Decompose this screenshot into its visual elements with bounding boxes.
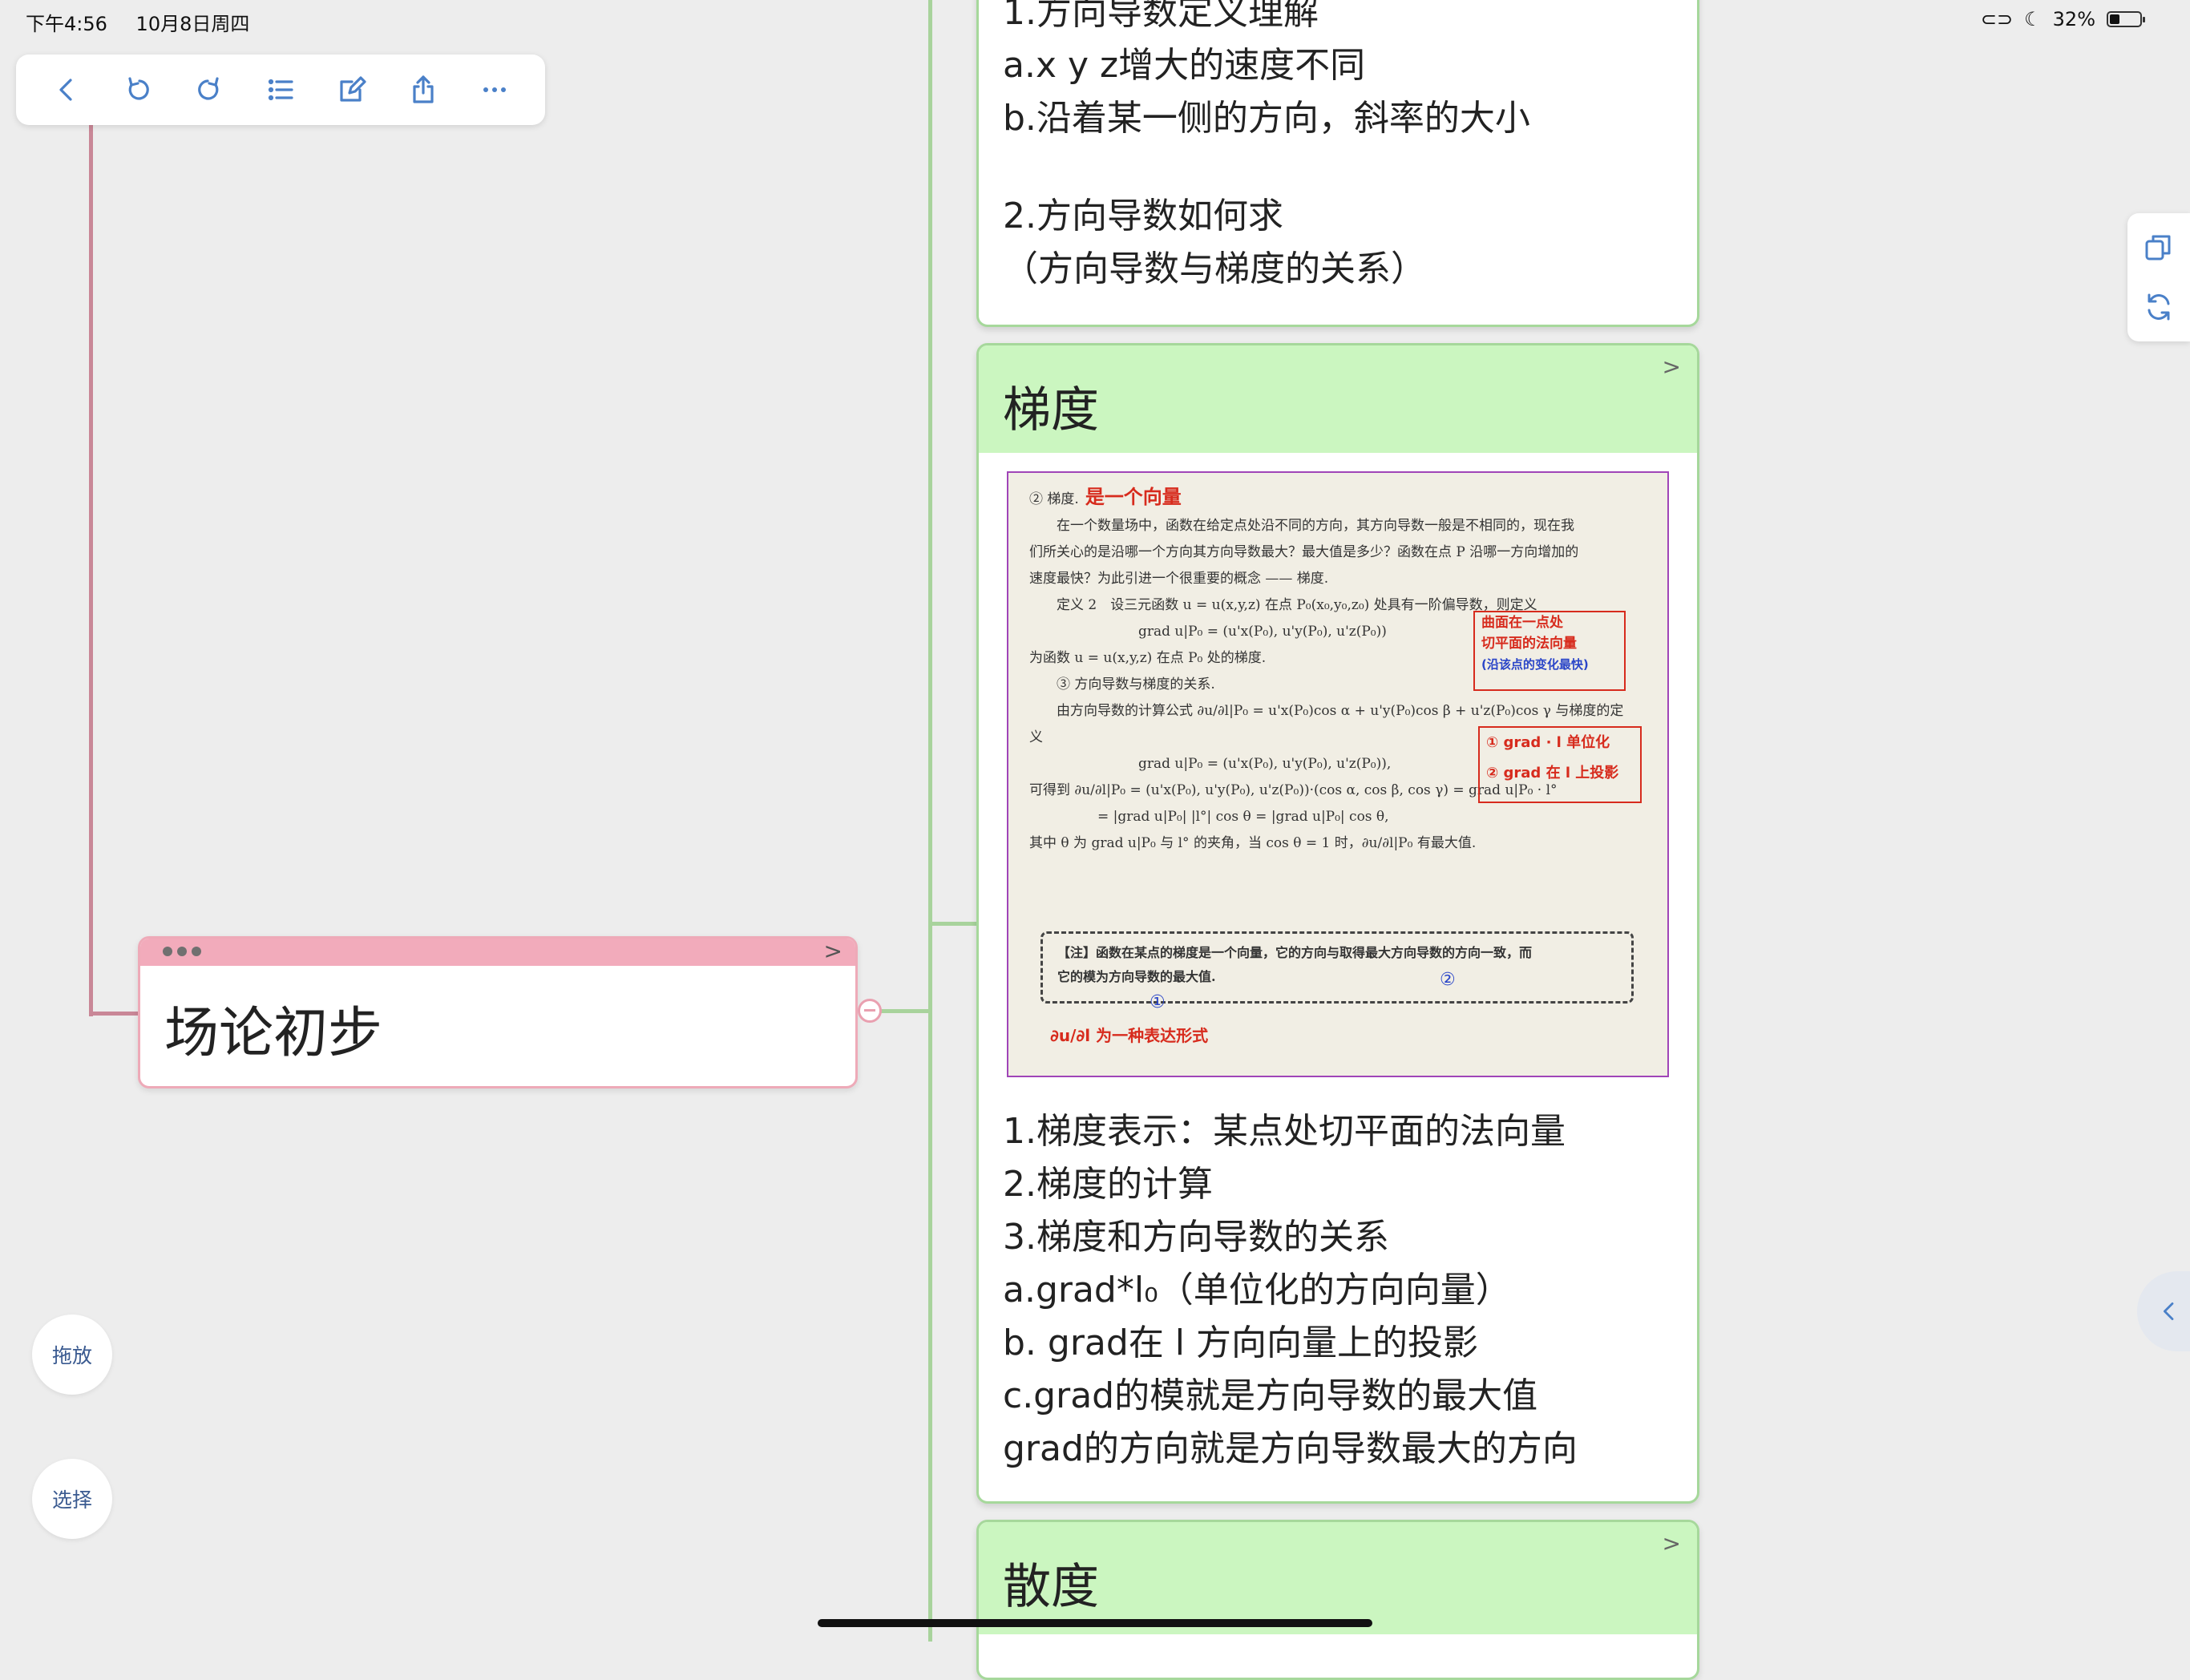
- copy-icon: [2145, 235, 2171, 260]
- back-button[interactable]: [42, 66, 91, 114]
- card-divergence-title: 散度: [1003, 1559, 1099, 1615]
- redo-button[interactable]: [185, 66, 233, 114]
- handwritten-mark: ①: [1150, 992, 1166, 1012]
- scan-line: 速度最快？为此引进一个很重要的概念 —— 梯度.: [1029, 571, 1329, 587]
- battery-fill: [2110, 14, 2119, 24]
- card-divergence-header: 散度 >: [979, 1522, 1697, 1634]
- home-indicator: [818, 1619, 1372, 1627]
- root-node[interactable]: > 场论初步: [138, 936, 858, 1088]
- status-bar-right: ⊂⊃ ☾ 32%: [1980, 8, 2145, 30]
- link-icon: ⊂⊃: [1980, 8, 2014, 30]
- drag-mode-button[interactable]: 拖放: [32, 1315, 112, 1395]
- share-button[interactable]: [399, 66, 447, 114]
- refresh-icon: [2148, 293, 2170, 321]
- handwritten-note: ② grad 在 l 上投影: [1486, 765, 1619, 781]
- card-line: b.沿着某一侧的方向，斜率的大小: [1003, 98, 1530, 139]
- handwritten-mark: ②: [1440, 970, 1456, 990]
- scan-line: 们所关心的是沿哪一个方向其方向导数最大？最大值是多少？函数在点 P 沿哪一方向增…: [1029, 544, 1579, 560]
- child-connector-vertical: [928, 0, 932, 1642]
- open-sidebar-button[interactable]: [2137, 1271, 2190, 1351]
- list-icon: [268, 79, 293, 101]
- child-connector-horizontal: [880, 1009, 931, 1013]
- handwritten-note: 曲面在一点处: [1481, 615, 1563, 631]
- card-directional-derivative-body: 1.方向导数定义理解 a.x y z增大的速度不同 b.沿着某一侧的方向，斜率的…: [1003, 0, 1530, 296]
- chevron-left-icon: [2164, 1302, 2174, 1320]
- annotation-box-grad-relation: ① grad · l 单位化 ② grad 在 l 上投影: [1478, 726, 1642, 803]
- more-button[interactable]: [471, 66, 519, 114]
- card-line: a.x y z增大的速度不同: [1003, 45, 1366, 86]
- handwritten-note: ∂u/∂l 为一种表达形式: [1050, 1026, 1209, 1045]
- note-line: 它的模为方向导数的最大值.: [1057, 969, 1216, 984]
- card-directional-derivative[interactable]: 1.方向导数定义理解 a.x y z增大的速度不同 b.沿着某一侧的方向，斜率的…: [976, 0, 1699, 327]
- card-connector-gradient: [928, 922, 980, 926]
- card-line: 1.梯度表示：某点处切平面的法向量: [1003, 1111, 1566, 1152]
- node-expand-chevron-icon[interactable]: >: [824, 940, 842, 963]
- undo-icon: [128, 77, 149, 100]
- edit-button[interactable]: [328, 66, 376, 114]
- copy-button[interactable]: [2142, 231, 2176, 265]
- status-date: 10月8日周四: [135, 13, 250, 35]
- scan-line: 其中 θ 为 grad u|P₀ 与 l° 的夹角，当 cos θ = 1 时，…: [1029, 835, 1477, 851]
- card-gradient-header: 梯度 >: [979, 345, 1697, 453]
- collapse-children-button[interactable]: [858, 999, 882, 1023]
- node-menu-dots-icon[interactable]: [163, 947, 201, 956]
- scan-line: 在一个数量场中，函数在给定点处沿不同的方向，其方向导数一般是不相同的，现在我: [1029, 518, 1574, 534]
- redo-icon: [198, 77, 219, 100]
- root-node-title: 场论初步: [164, 1002, 383, 1065]
- parent-connector-horizontal: [89, 1012, 140, 1016]
- card-gradient-title: 梯度: [1003, 382, 1099, 438]
- root-node-header: >: [140, 939, 855, 966]
- edit-icon: [340, 76, 366, 102]
- card-line: 2.方向导数如何求: [1003, 196, 1283, 236]
- card-line: [1003, 145, 1530, 190]
- chevron-left-icon: [59, 79, 72, 101]
- status-time: 下午4:56: [26, 13, 107, 35]
- card-line: 2.梯度的计算: [1003, 1164, 1213, 1205]
- card-line: 1.方向导数定义理解: [1003, 0, 1319, 33]
- handwritten-note: 是一个向量: [1085, 486, 1182, 508]
- toolbar: [16, 55, 545, 125]
- note-line: 【注】函数在某点的梯度是一个向量，它的方向与取得最大方向导数的方向一致，而: [1057, 945, 1533, 960]
- scan-line: 由方向导数的计算公式 ∂u/∂l|P₀ = u'x(P₀)cos α + u'y…: [1029, 703, 1624, 719]
- battery-percent: 32%: [2052, 8, 2095, 30]
- select-mode-button[interactable]: 选择: [32, 1459, 112, 1539]
- scan-line: ② 梯度. 是一个向量: [1029, 486, 1182, 508]
- parent-connector-vertical: [89, 120, 93, 1016]
- handwritten-note: ① grad · l 单位化: [1486, 734, 1610, 751]
- card-gradient-chevron-icon[interactable]: >: [1663, 353, 1681, 380]
- annotation-box-normal-vector: 曲面在一点处 切平面的法向量 (沿该点的变化最快): [1473, 611, 1626, 691]
- card-line: b. grad在 l 方向向量上的投影: [1003, 1323, 1479, 1363]
- refresh-button[interactable]: [2142, 290, 2176, 324]
- moon-icon: ☾: [2024, 8, 2042, 30]
- card-line: grad的方向就是方向导数最大的方向: [1003, 1428, 1578, 1469]
- share-icon: [413, 75, 434, 103]
- handwritten-note: (沿该点的变化最快): [1481, 657, 1589, 672]
- card-gradient-body: 1.梯度表示：某点处切平面的法向量 2.梯度的计算 3.梯度和方向导数的关系 a…: [1003, 1105, 1578, 1476]
- card-line: （方向导数与梯度的关系）: [1003, 248, 1426, 289]
- handwritten-note: 切平面的法向量: [1481, 636, 1577, 652]
- side-tool-panel: [2127, 213, 2190, 341]
- textbook-scan-image: ② 梯度. 是一个向量 在一个数量场中，函数在给定点处沿不同的方向，其方向导数一般…: [1007, 471, 1669, 1077]
- card-divergence[interactable]: 散度 >: [976, 1520, 1699, 1680]
- card-divergence-chevron-icon[interactable]: >: [1663, 1530, 1681, 1557]
- battery-icon: [2107, 11, 2145, 27]
- more-icon: [483, 87, 507, 92]
- status-bar-left: 下午4:56 10月8日周四: [26, 8, 272, 36]
- textbook-note-box: 【注】函数在某点的梯度是一个向量，它的方向与取得最大方向导数的方向一致，而 它的…: [1040, 931, 1634, 1004]
- undo-button[interactable]: [114, 66, 162, 114]
- card-line: c.grad的模就是方向导数的最大值: [1003, 1375, 1538, 1416]
- card-line: a.grad*l₀（单位化的方向向量）: [1003, 1270, 1511, 1310]
- outline-button[interactable]: [257, 66, 305, 114]
- scan-line: = |grad u|P₀| |l°| cos θ = |grad u|P₀| c…: [1029, 809, 1389, 825]
- card-line: 3.梯度和方向导数的关系: [1003, 1217, 1389, 1258]
